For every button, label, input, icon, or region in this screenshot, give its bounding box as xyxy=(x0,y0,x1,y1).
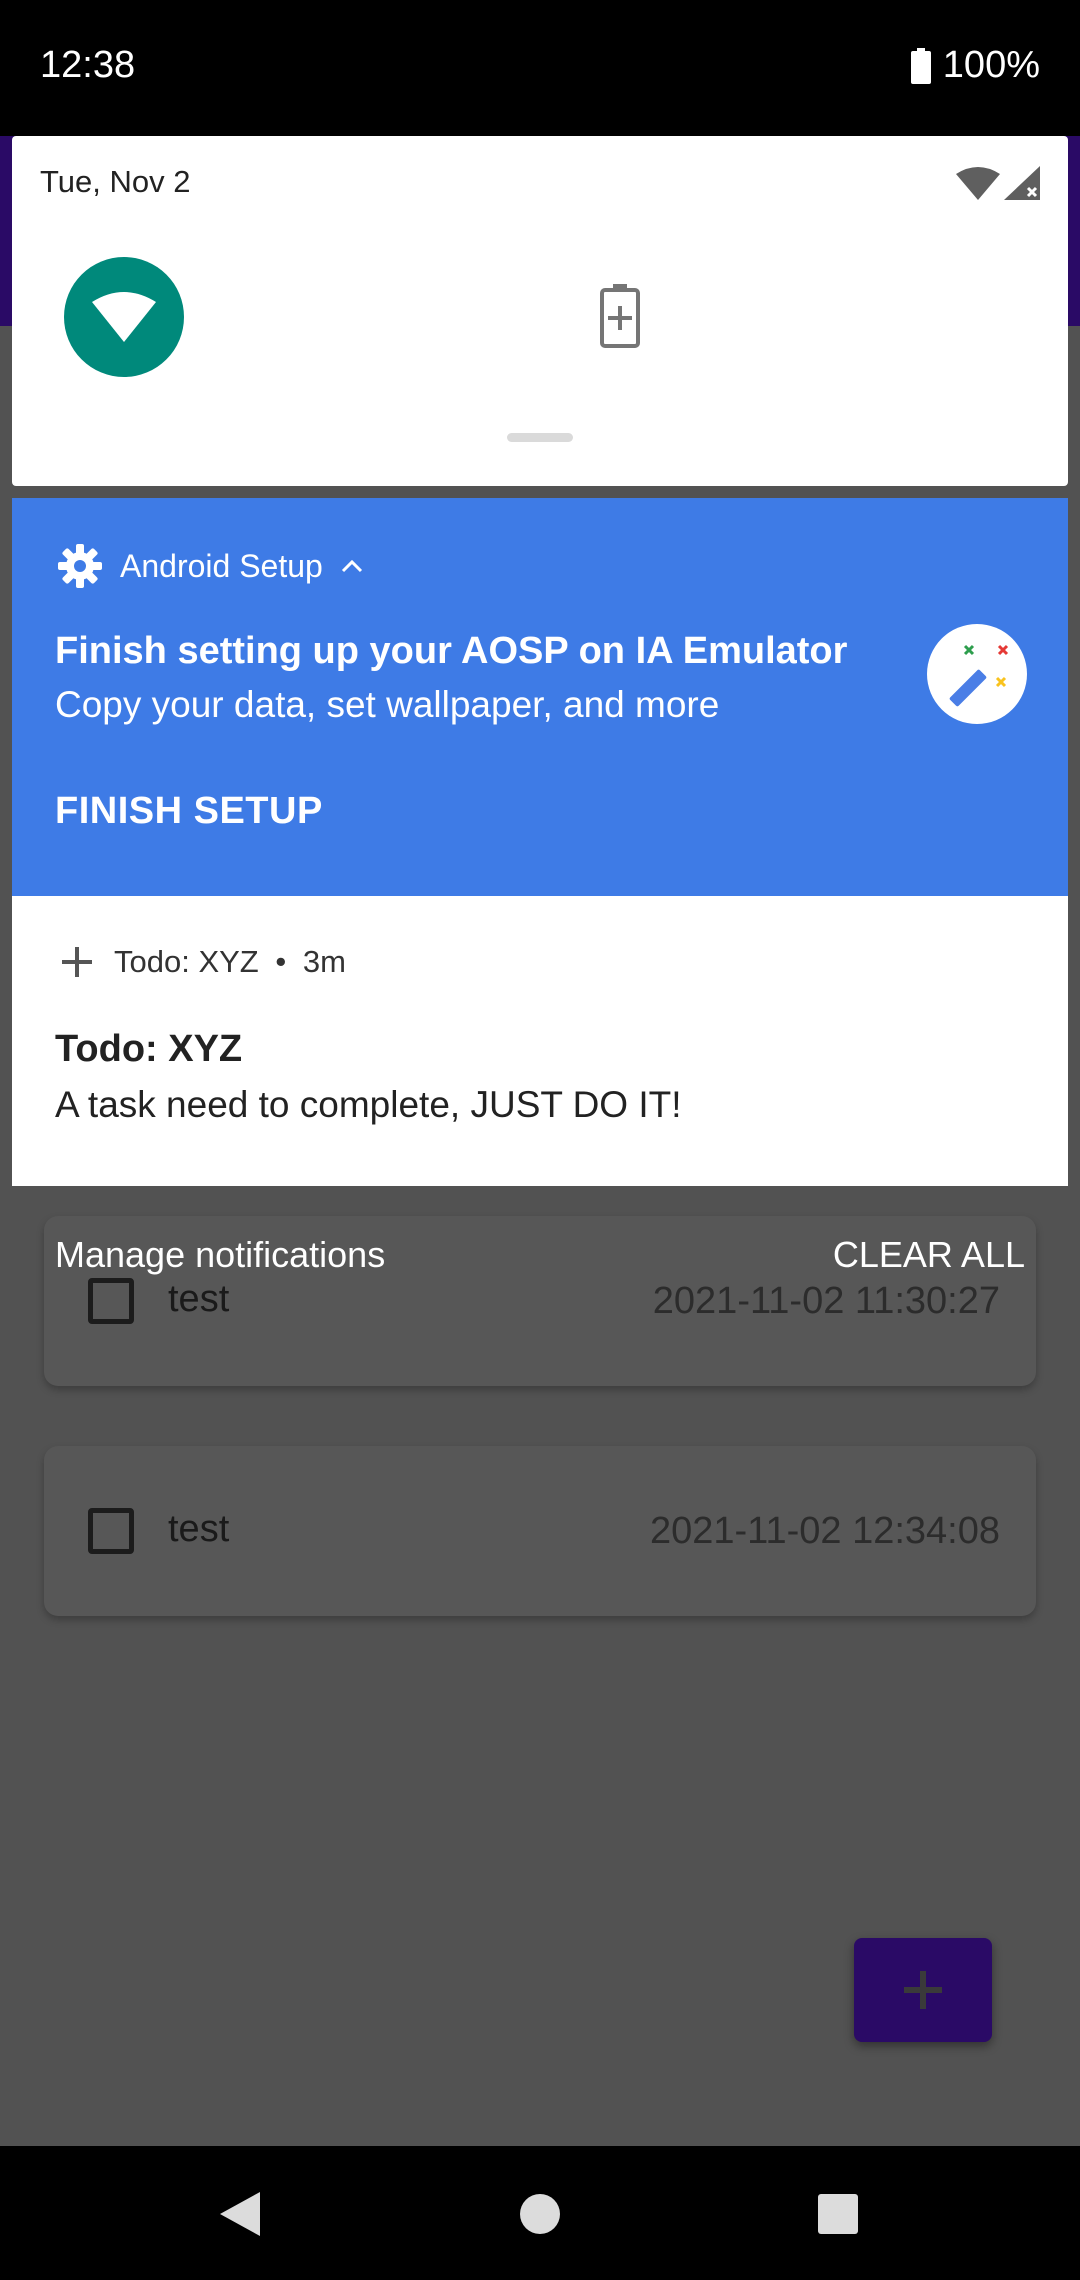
todo-item-title: test xyxy=(168,1508,230,1550)
setup-notification-header: Android Setup xyxy=(58,544,363,588)
cell-signal-icon xyxy=(1004,166,1040,200)
todo-notification-text: A task need to complete, JUST DO IT! xyxy=(55,1084,682,1125)
battery-status: 100% xyxy=(910,44,1040,87)
todo-notification-app: Todo: XYZ xyxy=(114,944,259,979)
add-icon xyxy=(62,947,92,977)
setup-notification[interactable]: Android Setup Finish setting up your AOS… xyxy=(12,498,1068,896)
shade-drag-handle[interactable] xyxy=(507,433,573,442)
chevron-up-icon[interactable] xyxy=(341,559,363,573)
todo-checkbox[interactable] xyxy=(88,1508,134,1554)
todo-notification-time: 3m xyxy=(302,944,346,979)
recents-icon[interactable] xyxy=(808,2184,868,2244)
back-icon[interactable] xyxy=(210,2184,270,2244)
status-bar: 12:38 100% xyxy=(0,0,1080,136)
separator: • xyxy=(275,944,287,979)
quick-settings-panel: Tue, Nov 2 xyxy=(12,136,1068,486)
add-todo-button[interactable] xyxy=(854,1938,992,2042)
todo-notification-title: Todo: XYZ xyxy=(55,1028,243,1070)
manage-notifications-button[interactable]: Manage notifications xyxy=(55,1234,385,1276)
battery-percent: 100% xyxy=(942,44,1040,86)
clock: 12:38 xyxy=(40,44,136,86)
setup-app-name: Android Setup xyxy=(120,547,323,584)
magic-wand-icon xyxy=(949,644,1009,707)
battery-saver-icon xyxy=(600,284,640,348)
add-icon xyxy=(904,1971,942,2009)
todo-notification[interactable]: Todo: XYZ • 3m Todo: XYZ A task need to … xyxy=(12,896,1068,1186)
battery-icon xyxy=(910,47,931,84)
setup-large-icon xyxy=(927,624,1027,724)
qs-date: Tue, Nov 2 xyxy=(40,164,191,199)
wifi-tile[interactable] xyxy=(64,257,184,377)
qs-signal-icons xyxy=(955,166,1040,205)
notification-footer: Manage notifications CLEAR ALL xyxy=(0,1226,1080,1286)
gear-icon xyxy=(58,544,102,588)
todo-item-date: 2021-11-02 11:30:27 xyxy=(652,1280,1000,1322)
todo-item-card[interactable]: test 2021-11-02 12:34:08 xyxy=(44,1446,1036,1616)
clear-all-button[interactable]: CLEAR ALL xyxy=(833,1234,1025,1276)
finish-setup-button[interactable]: FINISH SETUP xyxy=(55,790,323,833)
setup-notification-title: Finish setting up your AOSP on IA Emulat… xyxy=(55,630,848,672)
setup-notification-text: Copy your data, set wallpaper, and more xyxy=(55,684,720,725)
navigation-bar xyxy=(0,2146,1080,2280)
home-icon[interactable] xyxy=(510,2184,570,2244)
todo-notification-header: Todo: XYZ • 3m xyxy=(62,944,346,980)
wifi-signal-icon xyxy=(955,167,1000,200)
battery-saver-tile[interactable] xyxy=(600,284,640,353)
todo-item-date: 2021-11-02 12:34:08 xyxy=(649,1510,1000,1552)
wifi-icon xyxy=(92,292,156,342)
